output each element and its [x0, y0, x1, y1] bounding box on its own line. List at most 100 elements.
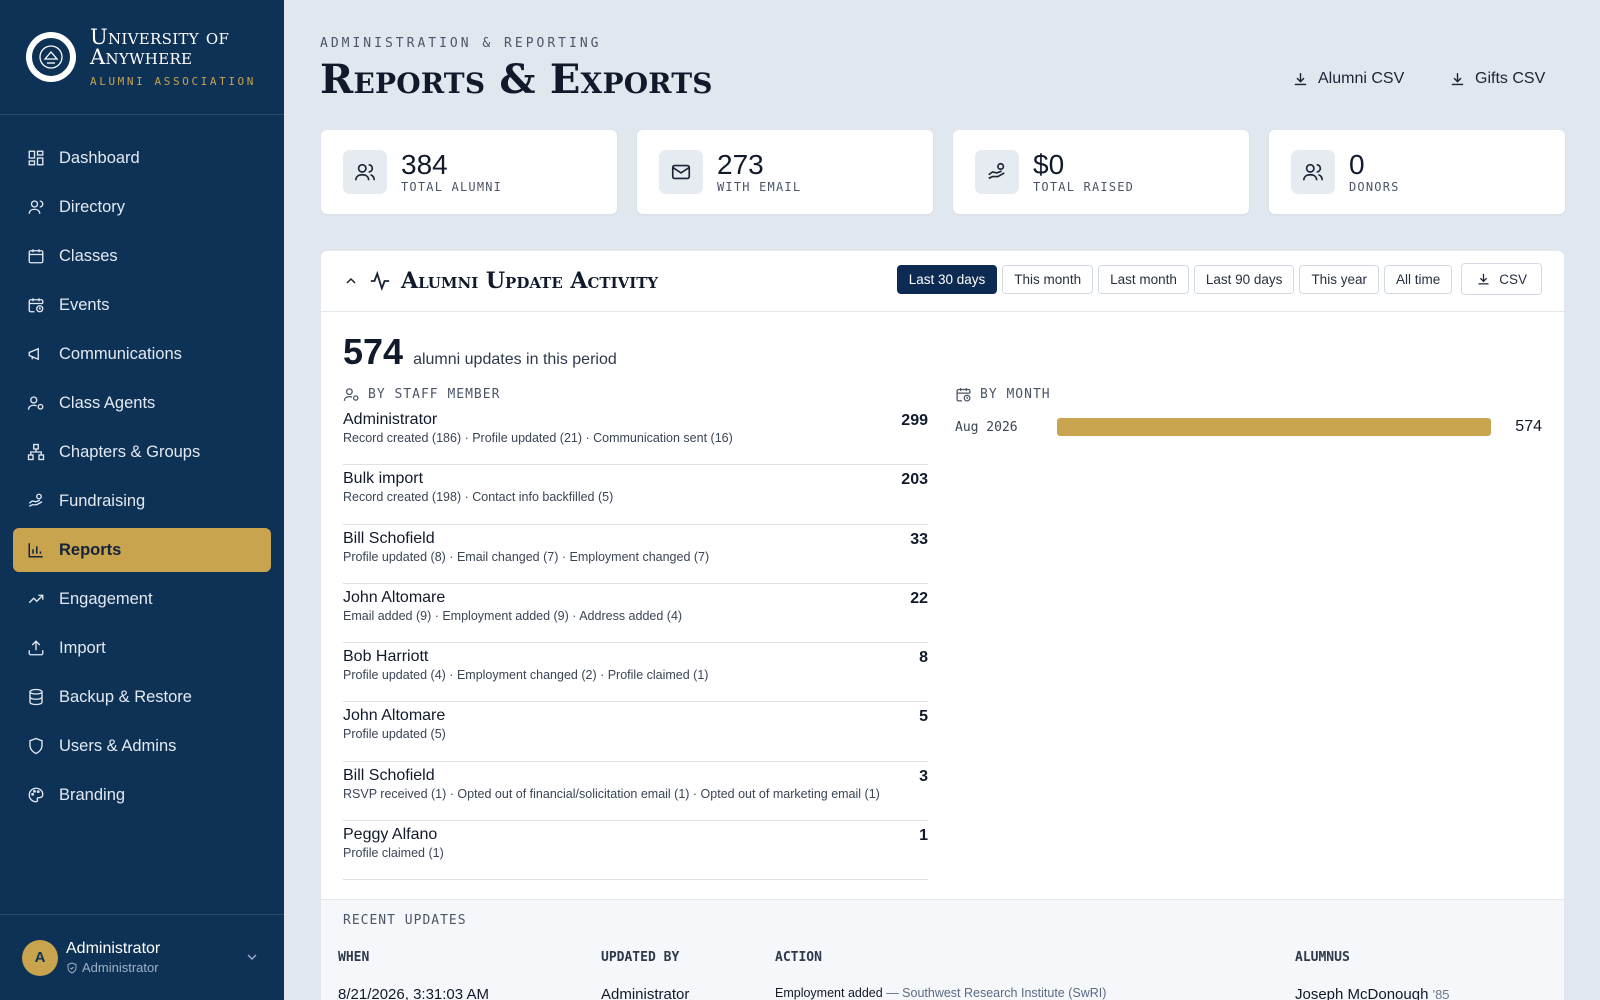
staff-detail: Email added (9) · Employment added (9) ·…	[343, 608, 683, 623]
chevron-down-icon[interactable]	[244, 949, 260, 965]
sidebar-item-label: Fundraising	[59, 491, 146, 510]
sidebar-item-class-agents[interactable]: Class Agents	[13, 381, 271, 425]
sidebar-item-engagement[interactable]: Engagement	[13, 577, 271, 621]
recent-updates: Recent Updates When Updated By Action Al…	[321, 899, 1564, 1000]
download-icon	[1451, 72, 1464, 85]
month-label: Aug 2026	[955, 419, 1018, 435]
by-staff-heading: By Staff Member	[343, 386, 500, 403]
stat-total-alumni: 384 Total Alumni	[321, 130, 617, 214]
staff-count: 203	[901, 471, 928, 489]
list-item[interactable]: John Altomare Email added (9) · Employme…	[343, 584, 928, 644]
by-month-label: By Month	[980, 387, 1051, 402]
column-header-updated-by[interactable]: Updated By	[601, 950, 679, 965]
palette-icon	[28, 787, 44, 803]
filter-all-time[interactable]: All time	[1383, 265, 1453, 294]
sidebar-item-import[interactable]: Import	[13, 626, 271, 670]
sidebar-item-chapters-groups[interactable]: Chapters & Groups	[13, 430, 271, 474]
panel-header: Alumni Update Activity Last 30 days This…	[321, 251, 1564, 312]
staff-detail: Profile updated (4) · Employment changed…	[343, 668, 709, 683]
sidebar-item-communications[interactable]: Communications	[13, 332, 271, 376]
university-seal-icon	[26, 32, 76, 82]
column-header-alumnus[interactable]: Alumnus	[1295, 950, 1350, 965]
alumnus-name: Joseph McDonough	[1295, 986, 1429, 1000]
brand[interactable]: University of Anywhere Alumni Associatio…	[0, 0, 284, 115]
sidebar-item-events[interactable]: Events	[13, 283, 271, 327]
sidebar-item-reports[interactable]: Reports	[13, 528, 271, 572]
list-item[interactable]: John Altomare Profile updated (5) 5	[343, 702, 928, 762]
sidebar-item-branding[interactable]: Branding	[13, 773, 271, 817]
stat-value: 0	[1349, 149, 1365, 180]
action-detail: — Southwest Research Institute (SwRI)	[886, 986, 1107, 1000]
sidebar-item-backup-restore[interactable]: Backup & Restore	[13, 675, 271, 719]
user-menu[interactable]: A Administrator Administrator	[0, 914, 284, 1000]
stat-cards: 384 Total Alumni 273 With Email $0 Total…	[321, 130, 1565, 214]
staff-detail: Profile updated (8) · Email changed (7) …	[343, 549, 710, 564]
period-filters: Last 30 days This month Last month Last …	[896, 263, 1542, 295]
user-role: Administrator	[66, 960, 160, 975]
filter-last-90-days[interactable]: Last 90 days	[1193, 265, 1295, 294]
brand-subtitle: Alumni Association	[90, 74, 257, 88]
activity-total: 574 alumni updates in this period	[343, 331, 617, 373]
month-value: 574	[1515, 418, 1542, 435]
brand-name-line2: Anywhere	[90, 44, 193, 69]
shield-check-icon	[67, 961, 77, 974]
staff-name: Administrator	[343, 411, 438, 428]
action-type: Employment added	[775, 986, 883, 1000]
filter-this-month[interactable]: This month	[1002, 265, 1094, 294]
list-item[interactable]: Peggy Alfano Profile claimed (1) 1	[343, 821, 928, 881]
cell-when: 8/21/2026, 3:31:03 AM	[338, 986, 489, 1000]
mail-icon	[659, 150, 703, 194]
hand-coins-icon	[28, 493, 43, 507]
list-item[interactable]: Bill Schofield RSVP received (1) · Opted…	[343, 762, 928, 822]
calendar-icon	[28, 249, 44, 264]
staff-count: 8	[919, 649, 928, 667]
list-item[interactable]: Bulk import Record created (198) · Conta…	[343, 465, 928, 525]
staff-name: Bulk import	[343, 470, 424, 488]
trending-up-icon	[28, 594, 44, 604]
list-item[interactable]: Bill Schofield Profile updated (8) · Ema…	[343, 525, 928, 584]
staff-count: 22	[910, 589, 928, 607]
cell-alumnus[interactable]: Joseph McDonough '85	[1295, 986, 1450, 1000]
month-bar-row: Aug 2026 574	[955, 416, 1542, 438]
user-name: Administrator	[66, 940, 161, 957]
filter-this-year[interactable]: This year	[1299, 265, 1379, 294]
sidebar-item-users-admins[interactable]: Users & Admins	[13, 724, 271, 768]
stat-label: Total Raised	[1033, 180, 1135, 194]
alumnus-class-year: '85	[1432, 987, 1450, 1000]
sidebar-item-directory[interactable]: Directory	[13, 185, 271, 229]
download-icon	[1478, 273, 1489, 284]
gifts-csv-label: Gifts CSV	[1475, 70, 1546, 87]
list-item[interactable]: Administrator Record created (186) · Pro…	[343, 406, 928, 466]
column-header-action[interactable]: Action	[775, 950, 822, 965]
users-icon	[1291, 150, 1335, 194]
filter-last-month[interactable]: Last month	[1098, 265, 1189, 294]
column-header-when[interactable]: When	[338, 950, 369, 965]
staff-detail: Record created (198) · Contact info back…	[343, 490, 614, 505]
list-item[interactable]: Bob Harriott Profile updated (4) · Emplo…	[343, 643, 928, 703]
staff-name: Bill Schofield	[343, 766, 435, 784]
database-icon	[29, 688, 43, 706]
sidebar-item-classes[interactable]: Classes	[13, 234, 271, 278]
chevron-up-icon[interactable]	[343, 273, 359, 289]
total-count: 574	[343, 331, 404, 372]
stat-donors: 0 Donors	[1269, 130, 1565, 214]
stat-value: 273	[717, 149, 764, 180]
staff-name: Bill Schofield	[343, 529, 435, 547]
calendar-clock-icon	[956, 388, 971, 402]
alumni-csv-label: Alumni CSV	[1318, 70, 1405, 87]
alumni-csv-button[interactable]: Alumni CSV	[1278, 62, 1418, 96]
stat-value: 384	[401, 149, 448, 180]
user-gear-icon	[343, 388, 359, 401]
csv-label: CSV	[1499, 271, 1527, 287]
upload-icon	[28, 640, 44, 656]
sidebar-item-label: Reports	[59, 540, 122, 559]
dashboard-icon	[28, 150, 44, 166]
filter-last-30-days[interactable]: Last 30 days	[896, 265, 998, 294]
sidebar-item-fundraising[interactable]: Fundraising	[13, 479, 271, 523]
sidebar-item-label: Branding	[59, 785, 126, 804]
gifts-csv-button[interactable]: Gifts CSV	[1435, 62, 1559, 96]
by-staff-label: By Staff Member	[368, 387, 501, 402]
shield-icon	[29, 737, 43, 755]
sidebar-item-dashboard[interactable]: Dashboard	[13, 136, 271, 180]
activity-csv-button[interactable]: CSV	[1461, 263, 1542, 295]
